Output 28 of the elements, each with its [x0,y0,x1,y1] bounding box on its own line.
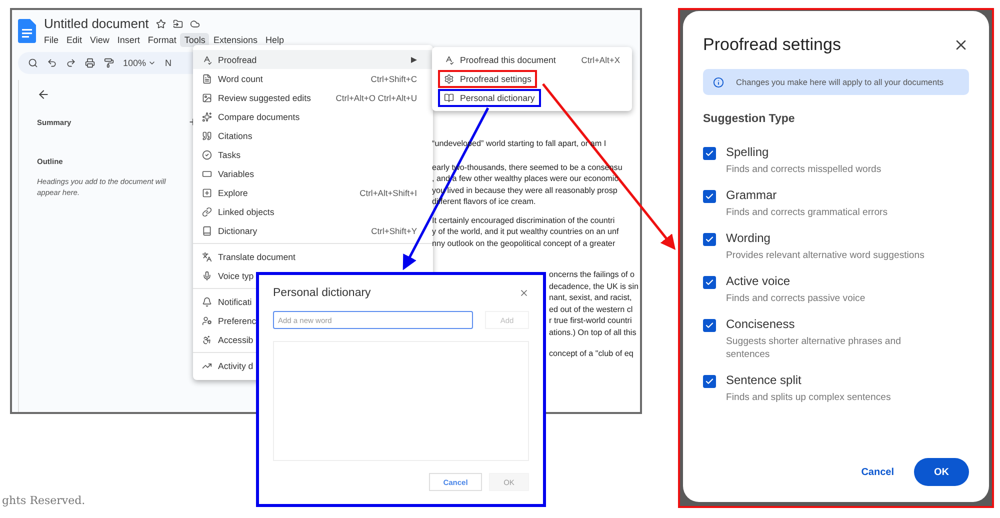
document-text-line: It certainly encouraged discrimination of the countri [432,214,616,226]
option-description: Provides relevant alternative word suggestions [726,249,926,262]
option-label: Sentence split [726,373,802,387]
info-text: Changes you make here will apply to all your documents [736,76,944,88]
option-label: Grammar [726,188,778,202]
option-label: Active voice [726,274,792,288]
option-description: Finds and corrects misspelled words [726,163,882,176]
option-label: Wording [726,231,772,245]
copyright-text: ghts Reserved. [2,494,86,507]
option-label: Spelling [726,145,770,159]
document-text-line: nny outlook on the geopolitical concept of a greater [432,238,616,249]
dialog-title: Proofread settings [703,35,841,55]
document-text-line: , and a few other wealthy places were our economic [432,173,620,184]
option-description: Finds and corrects grammatical errors [726,206,889,219]
document-text-line: ations.) On top of all this [549,326,638,338]
option-label: Conciseness [726,317,796,331]
section-title: Suggestion Type [703,113,796,125]
option-description: Finds and corrects passive voice [726,292,866,305]
document-text-line: y of the world, and it put wealthy countries on an unf [432,226,620,238]
document-text-line: concept of a "club of eq [549,348,634,360]
document-text-line: ed out of the western cl [549,304,634,315]
option-description: Finds and splits up complex sentences [726,391,892,404]
document-text-line: nant, sexist, and racist, [549,292,633,304]
document-text-line: r true first-world countri [549,315,633,326]
option-description: Suggests shorter alternative phrases and sentences [726,335,902,361]
dialog-title: Personal dictionary [273,287,371,299]
document-text-line: decadence, the UK is sin [549,280,640,292]
document-text-line: oncerns the failings of o [549,269,636,280]
